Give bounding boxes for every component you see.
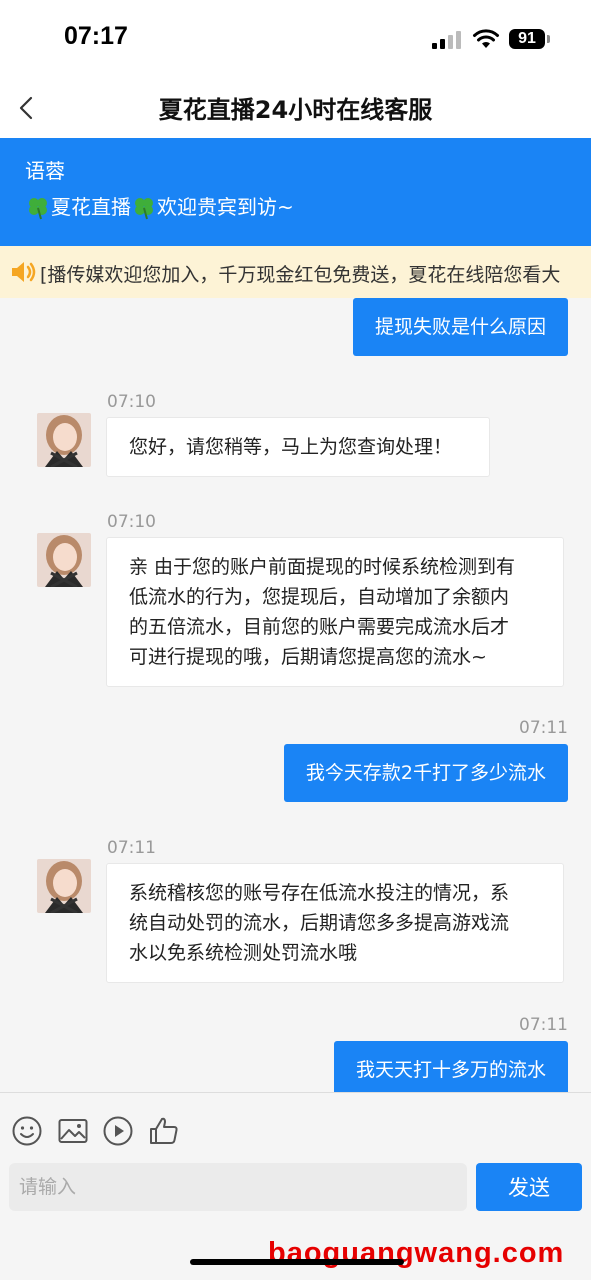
- home-indicator: [190, 1259, 404, 1265]
- message-bubble-outgoing: 我今天存款2千打了多少流水: [283, 744, 568, 802]
- message-line: 低流水的行为，您提现后，自动增加了余额内: [129, 586, 510, 608]
- message-bubble-outgoing: 我天天打十多万的流水: [333, 1041, 568, 1092]
- thumbs-up-icon[interactable]: [148, 1115, 180, 1147]
- message-timestamp: 07:11: [519, 1015, 568, 1035]
- notice-text: [播传媒欢迎您加入，千万现金红包免费送，夏花在线陪您看大: [40, 264, 561, 286]
- chat-list[interactable]: 提现失败是什么原因 07:10 您好，请您稍等，马上为您查询处理！ 07:10 …: [0, 298, 591, 1092]
- clover-icon: [135, 198, 153, 220]
- signal-icon: [432, 31, 464, 49]
- message-bubble-incoming: 您好，请您稍等，马上为您查询处理！: [106, 417, 490, 477]
- message-input[interactable]: [9, 1163, 467, 1211]
- message-line: 统自动处罚的流水，后期请您多多提高游戏流: [129, 912, 510, 934]
- play-icon[interactable]: [102, 1115, 134, 1147]
- agent-avatar-image: [37, 533, 91, 587]
- message-line: 亲 由于您的账户前面提现的时候系统检测到有: [129, 556, 516, 578]
- send-button[interactable]: 发送: [476, 1163, 582, 1211]
- notice-bar: [播传媒欢迎您加入，千万现金红包免费送，夏花在线陪您看大: [0, 246, 591, 298]
- agent-banner: 语蓉 夏花直播 欢迎贵宾到访~: [0, 138, 591, 246]
- agent-greeting: 夏花直播 欢迎贵宾到访~: [25, 194, 566, 220]
- message-timestamp: 07:10: [107, 392, 156, 412]
- status-time: 07:17: [64, 22, 128, 50]
- message-bubble-incoming: 亲 由于您的账户前面提现的时候系统检测到有 低流水的行为，您提现后，自动增加了余…: [106, 537, 564, 687]
- agent-avatar-image: [37, 413, 91, 467]
- agent-name: 语蓉: [25, 159, 65, 183]
- smile-icon[interactable]: [11, 1115, 43, 1147]
- status-bar: 07:17 91: [0, 0, 591, 80]
- message-timestamp: 07:10: [107, 512, 156, 532]
- composer: 发送 baoguangwang.com: [0, 1092, 591, 1280]
- wifi-icon: [473, 29, 499, 48]
- message-line: 的五倍流水，目前您的账户需要完成流水后才: [129, 616, 510, 638]
- battery-indicator: 91: [509, 29, 545, 49]
- avatar[interactable]: [37, 859, 91, 913]
- agent-avatar-image: [37, 859, 91, 913]
- message-text: 您好，请您稍等，马上为您查询处理！: [129, 436, 453, 458]
- clover-icon: [29, 198, 47, 220]
- page-title: 夏花直播24小时在线客服: [158, 96, 433, 124]
- message-line: 可进行提现的哦，后期请您提高您的流水~: [129, 646, 487, 668]
- message-line: 系统稽核您的账号存在低流水投注的情况，系: [129, 882, 510, 904]
- nav-bar: 夏花直播24小时在线客服: [0, 80, 591, 138]
- message-timestamp: 07:11: [519, 718, 568, 738]
- speaker-icon: [12, 262, 36, 282]
- message-timestamp: 07:11: [107, 838, 156, 858]
- avatar[interactable]: [37, 413, 91, 467]
- agent-greeting-tail: 欢迎贵宾到访~: [157, 195, 294, 219]
- avatar[interactable]: [37, 533, 91, 587]
- watermark: baoguangwang.com: [268, 1237, 565, 1269]
- battery-tip: [547, 35, 550, 43]
- message-line: 水以免系统检测处罚流水哦: [129, 942, 358, 964]
- message-bubble-incoming: 系统稽核您的账号存在低流水投注的情况，系 统自动处罚的流水，后期请您多多提高游戏…: [106, 863, 564, 983]
- agent-greeting-text: 夏花直播: [51, 195, 131, 219]
- image-icon[interactable]: [57, 1115, 89, 1147]
- message-bubble-outgoing: 提现失败是什么原因: [352, 298, 568, 356]
